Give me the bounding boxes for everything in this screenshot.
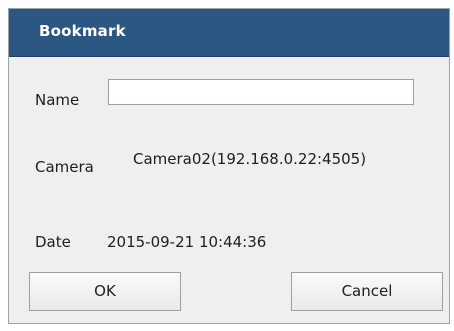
- name-label: Name: [35, 91, 80, 109]
- camera-value: Camera02(192.168.0.22:4505): [133, 150, 367, 168]
- dialog-title: Bookmark: [39, 22, 126, 40]
- bookmark-dialog: Bookmark Name Camera Camera02(192.168.0.…: [8, 8, 450, 324]
- ok-button[interactable]: OK: [29, 272, 181, 311]
- camera-label: Camera: [35, 158, 94, 176]
- date-value: 2015-09-21 10:44:36: [107, 233, 267, 251]
- date-label: Date: [35, 233, 71, 251]
- dialog-titlebar[interactable]: Bookmark: [9, 9, 449, 57]
- cancel-button[interactable]: Cancel: [291, 272, 443, 311]
- name-input[interactable]: [108, 79, 414, 105]
